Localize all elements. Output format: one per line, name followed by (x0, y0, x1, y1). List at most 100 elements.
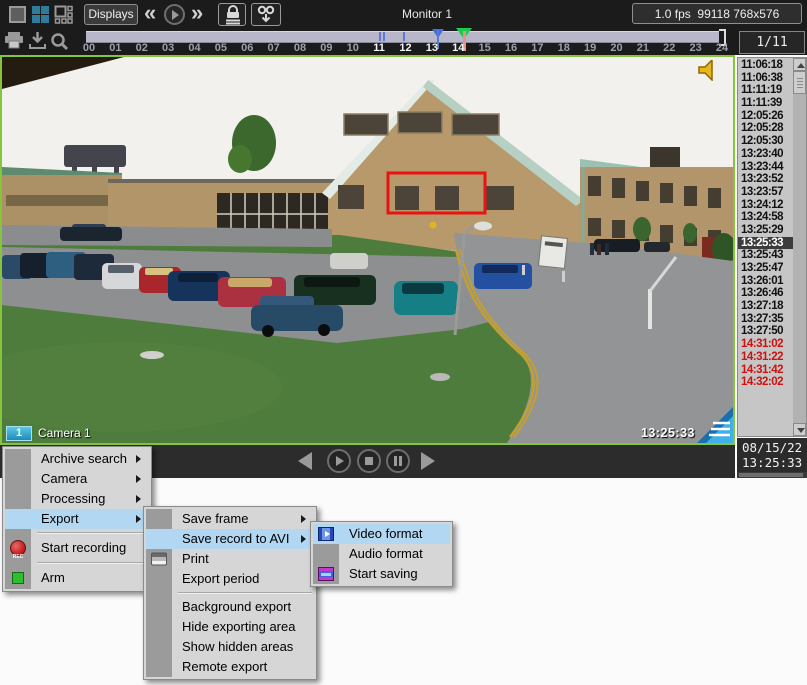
timeline-arrow-blue[interactable] (432, 29, 444, 38)
event-list-item[interactable]: 13:24:12 (738, 199, 793, 212)
corner-menu-icon[interactable] (697, 407, 733, 443)
timeline-hour-label: 16 (500, 42, 522, 54)
event-list-items: 11:06:1811:06:3811:11:1911:11:3912:05:26… (738, 59, 793, 389)
event-list-item[interactable]: 13:23:57 (738, 186, 793, 199)
menu-item-hide-exporting-area[interactable]: Hide exporting area (146, 617, 314, 637)
scrollbar-thumb[interactable] (793, 71, 806, 94)
event-list-item[interactable]: 13:27:35 (738, 313, 793, 326)
submenu-arrow-icon (136, 495, 141, 503)
menu-item-start-recording[interactable]: Start recording (5, 537, 149, 559)
event-list-item[interactable]: 14:31:02 (738, 338, 793, 351)
event-list-item[interactable]: 12:05:30 (738, 135, 793, 148)
event-list-item[interactable]: 13:23:40 (738, 148, 793, 161)
submenu-arrow-icon (136, 515, 141, 523)
displays-button[interactable]: Displays (84, 4, 138, 25)
menu-item-save-frame[interactable]: Save frame (146, 509, 314, 529)
layout-quad-icon[interactable] (31, 5, 50, 24)
export-film-button[interactable] (251, 3, 281, 26)
play-button[interactable] (164, 4, 185, 25)
timeline-hour-label: 07 (263, 42, 285, 54)
menu-item-label: Video format (349, 526, 422, 541)
event-list-item[interactable]: 13:25:33 (738, 237, 793, 250)
event-list-item[interactable]: 14:31:22 (738, 351, 793, 364)
scroll-up-icon[interactable] (793, 58, 806, 71)
seek-backward-button[interactable]: « (144, 2, 156, 24)
menu-item-start-saving[interactable]: Start saving (313, 564, 450, 584)
timeline-hour-label: 02 (131, 42, 153, 54)
menu-item-show-hidden-areas[interactable]: Show hidden areas (146, 637, 314, 657)
menu-item-export-period[interactable]: Export period (146, 569, 314, 589)
menu-item-video-format[interactable]: Video format (313, 524, 450, 544)
camera-name-label: Camera 1 (38, 426, 91, 440)
playback-stop-button[interactable] (357, 449, 381, 473)
timeline-hour-label: 06 (236, 42, 258, 54)
event-list-item[interactable]: 13:25:43 (738, 249, 793, 262)
event-list-item[interactable]: 13:24:58 (738, 211, 793, 224)
step-backward-button[interactable] (298, 452, 312, 470)
print-icon[interactable] (4, 31, 25, 49)
event-list-item[interactable]: 11:06:38 (738, 72, 793, 85)
lock-button[interactable] (218, 3, 246, 26)
playback-play-button[interactable] (327, 449, 351, 473)
submenu-arrow-icon (136, 455, 141, 463)
timeline-hour-label: 22 (658, 42, 680, 54)
menu-item-export[interactable]: Export (5, 509, 149, 529)
menu-item-label: Save frame (182, 511, 248, 526)
event-list-item[interactable]: 11:06:18 (738, 59, 793, 72)
timeline-hour-label: 23 (685, 42, 707, 54)
seek-forward-button[interactable]: » (191, 2, 203, 24)
app-window: Displays « » Monitor 1 1.0 fps 99118 768… (0, 0, 807, 685)
event-list-item[interactable]: 13:26:46 (738, 287, 793, 300)
menu-item-remote-export[interactable]: Remote export (146, 657, 314, 677)
video-timestamp: 13:25:33 (641, 426, 695, 440)
event-list-item[interactable]: 13:25:29 (738, 224, 793, 237)
timeline-hour-label: 13 (421, 42, 443, 54)
stream-stats: 1.0 fps 99118 768x576 (632, 3, 802, 24)
event-list-scrollbar[interactable] (793, 58, 806, 436)
event-list-item[interactable]: 12:05:28 (738, 122, 793, 135)
menu-item-label: Archive search (41, 451, 127, 466)
arm-icon (12, 572, 24, 584)
menu-item-arm[interactable]: Arm (5, 567, 149, 589)
playback-pause-button[interactable] (386, 449, 410, 473)
menu-item-processing[interactable]: Processing (5, 489, 149, 509)
menu-item-save-record-to-avi[interactable]: Save record to AVI (146, 529, 314, 549)
timeline-tick-blue[interactable] (383, 32, 385, 41)
event-list-item[interactable]: 13:27:18 (738, 300, 793, 313)
timeline-arrow-green[interactable] (456, 28, 472, 39)
event-list-item[interactable]: 13:26:01 (738, 275, 793, 288)
menu-item-label: Export period (182, 571, 259, 586)
timeline-hour-label: 19 (579, 42, 601, 54)
menu-item-label: Print (182, 551, 209, 566)
event-list-item[interactable]: 13:25:47 (738, 262, 793, 275)
event-list-item[interactable]: 11:11:39 (738, 97, 793, 110)
menu-item-label: Arm (41, 570, 65, 585)
event-list-item[interactable]: 14:31:42 (738, 364, 793, 377)
event-list-item[interactable]: 14:32:02 (738, 376, 793, 389)
step-forward-button[interactable] (421, 452, 435, 470)
event-list-item[interactable]: 13:23:52 (738, 173, 793, 186)
scroll-down-icon[interactable] (793, 423, 806, 436)
menu-item-background-export[interactable]: Background export (146, 597, 314, 617)
page-indicator: 1/11 (739, 31, 805, 54)
timeline-tick-blue[interactable] (379, 32, 381, 41)
layout-mixed-icon[interactable] (54, 5, 73, 24)
event-list-item[interactable]: 11:11:19 (738, 84, 793, 97)
zoom-icon[interactable] (50, 32, 69, 51)
menu-separator (37, 532, 147, 534)
menu-item-archive-search[interactable]: Archive search (5, 449, 149, 469)
rec-icon (10, 540, 26, 556)
camera-scene (2, 57, 733, 443)
video-viewport[interactable]: 1 Camera 1 13:25:33 (0, 55, 735, 445)
timeline-hour-label: 08 (289, 42, 311, 54)
event-list-item[interactable]: 12:05:26 (738, 110, 793, 123)
event-list-item[interactable]: 13:27:50 (738, 325, 793, 338)
event-list-item[interactable]: 13:23:44 (738, 161, 793, 174)
timeline-tick-blue[interactable] (403, 32, 405, 41)
timeline-hour-label: 21 (632, 42, 654, 54)
save-export-icon[interactable] (28, 31, 47, 49)
menu-item-audio-format[interactable]: Audio format (313, 544, 450, 564)
layout-single-icon[interactable] (8, 5, 27, 24)
menu-item-camera[interactable]: Camera (5, 469, 149, 489)
menu-item-print[interactable]: Print (146, 549, 314, 569)
